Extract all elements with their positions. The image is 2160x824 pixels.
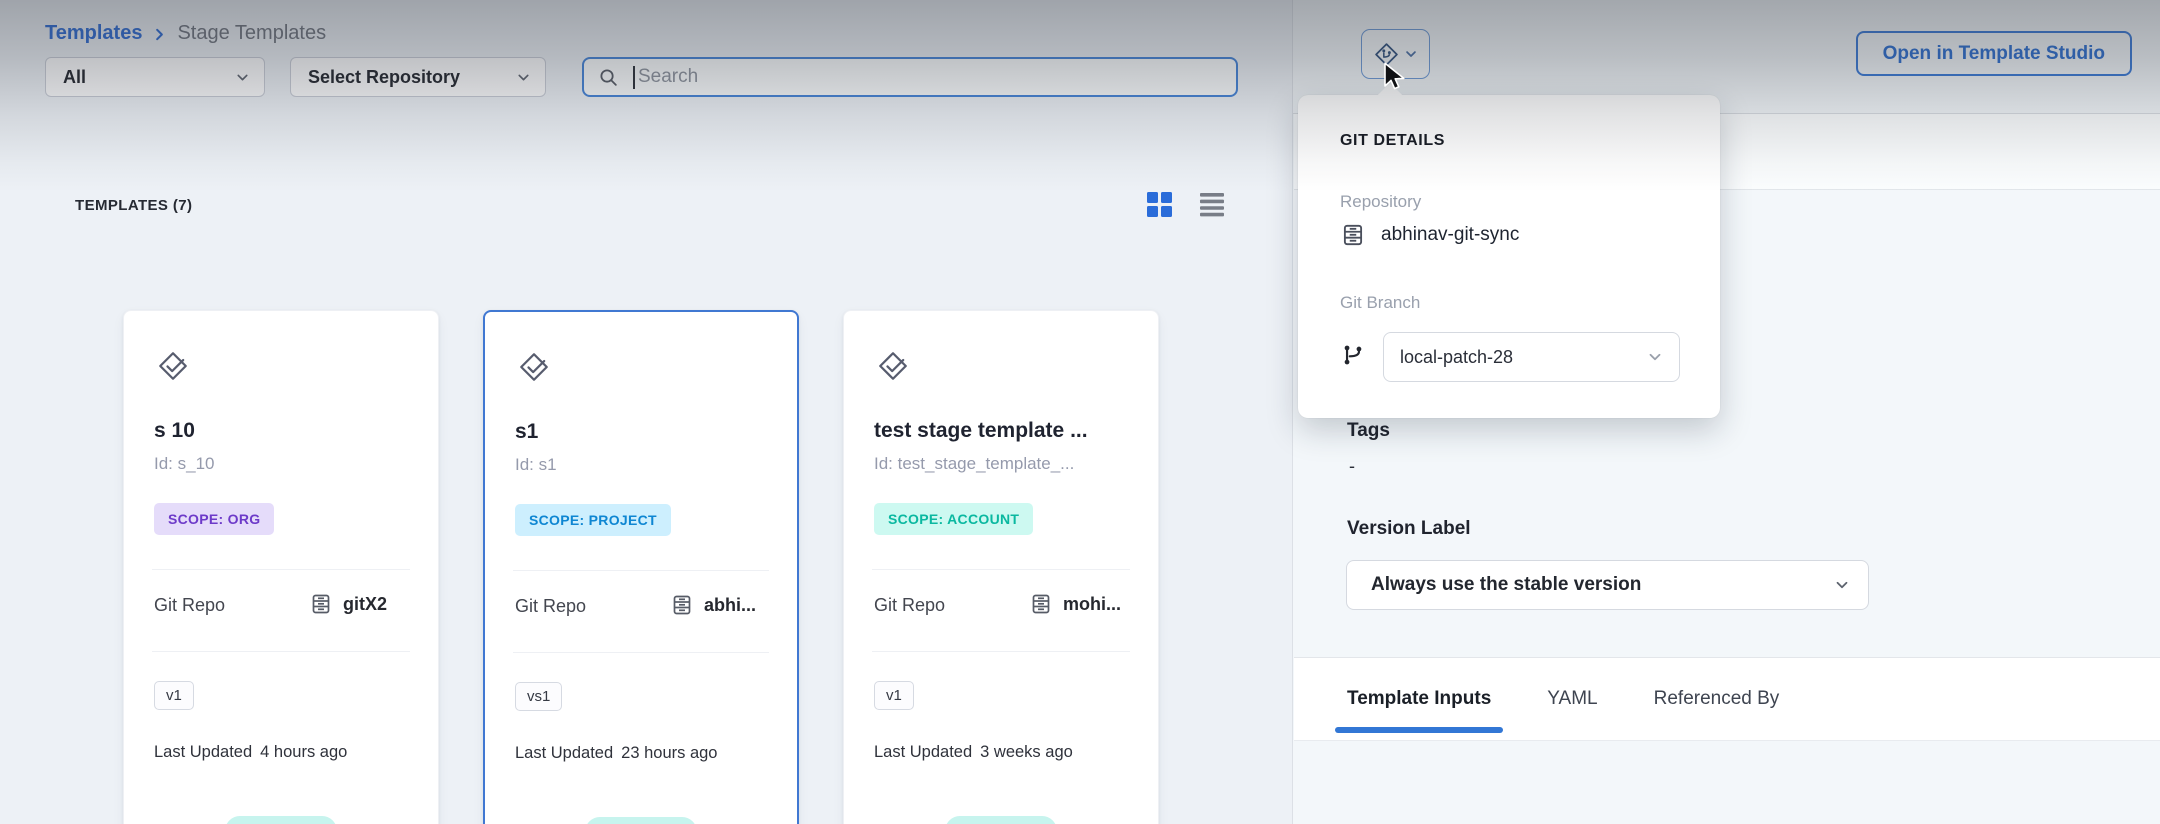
version-chip: vs1 — [515, 682, 562, 711]
git-details-button[interactable] — [1361, 29, 1430, 79]
version-label: Version Label — [1347, 518, 1471, 540]
git-repo-label: Git Repo — [154, 595, 225, 616]
template-id: Id: s_10 — [154, 454, 215, 474]
list-view-button[interactable] — [1199, 192, 1225, 217]
repository-icon — [670, 593, 694, 617]
scope-badge: SCOPE: ACCOUNT — [874, 503, 1033, 535]
tab-template-inputs[interactable]: Template Inputs — [1347, 678, 1491, 720]
stable-badge — [225, 816, 337, 824]
divider — [152, 569, 410, 570]
repository-filter-dropdown[interactable]: Select Repository — [290, 57, 546, 97]
last-updated: Last Updated4 hours ago — [154, 743, 347, 762]
git-repo-value: abhi... — [670, 593, 756, 617]
details-tabbar: Template Inputs YAML Referenced By — [1294, 657, 2160, 741]
template-card-s1[interactable]: s1 Id: s1 SCOPE: PROJECT Git Repo abhi..… — [483, 310, 799, 824]
stable-badge — [945, 816, 1057, 824]
list-view-icon — [1199, 192, 1225, 217]
repository-label: Repository — [1340, 192, 1421, 212]
version-chip: v1 — [874, 681, 914, 710]
search-input[interactable]: Search — [582, 57, 1238, 97]
stage-template-icon — [517, 350, 551, 384]
git-template-icon — [1374, 42, 1399, 67]
stage-template-icon — [876, 349, 910, 383]
stage-templates-screen: Templates Stage Templates All Select Rep… — [0, 0, 2160, 824]
divider — [872, 569, 1130, 570]
scope-filter-dropdown[interactable]: All — [45, 57, 265, 97]
chevron-down-icon — [235, 70, 250, 85]
scope-filter-value: All — [63, 67, 86, 88]
search-placeholder: Search — [638, 66, 698, 88]
stage-template-icon — [156, 349, 190, 383]
repository-icon — [1029, 592, 1053, 616]
scope-badge: SCOPE: PROJECT — [515, 504, 671, 536]
open-in-template-studio-button[interactable]: Open in Template Studio — [1856, 31, 2132, 76]
scope-badge: SCOPE: ORG — [154, 503, 274, 535]
divider — [513, 652, 769, 653]
view-toggle — [1146, 191, 1225, 218]
version-dropdown-value: Always use the stable version — [1371, 574, 1641, 596]
last-updated: Last Updated23 hours ago — [515, 744, 717, 763]
repository-icon — [1340, 222, 1366, 248]
branch-dropdown-value: local-patch-28 — [1400, 347, 1513, 368]
git-repo-label: Git Repo — [515, 596, 586, 617]
template-title: s 10 — [154, 419, 195, 443]
repository-filter-value: Select Repository — [308, 67, 460, 88]
branch-dropdown[interactable]: local-patch-28 — [1383, 332, 1680, 382]
git-details-title: GIT DETAILS — [1340, 132, 1445, 150]
templates-count-heading: TEMPLATES (7) — [75, 197, 192, 214]
divider — [513, 570, 769, 571]
stable-badge — [585, 817, 697, 824]
chevron-down-icon — [1404, 47, 1418, 61]
grid-view-icon — [1146, 191, 1173, 218]
last-updated: Last Updated3 weeks ago — [874, 743, 1073, 762]
template-card-s10[interactable]: s 10 Id: s_10 SCOPE: ORG Git Repo gitX2 … — [123, 310, 439, 824]
chevron-down-icon — [1647, 349, 1663, 365]
version-dropdown[interactable]: Always use the stable version — [1346, 560, 1869, 610]
grid-view-button[interactable] — [1146, 191, 1173, 218]
template-card-test-stage-template[interactable]: test stage template ... Id: test_stage_t… — [843, 310, 1159, 824]
template-id: Id: s1 — [515, 455, 557, 475]
version-chip: v1 — [154, 681, 194, 710]
tags-label: Tags — [1347, 420, 1390, 442]
breadcrumb-templates-link[interactable]: Templates — [45, 22, 142, 45]
tab-yaml[interactable]: YAML — [1547, 678, 1597, 720]
template-id: Id: test_stage_template_... — [874, 454, 1074, 474]
tags-value: - — [1349, 456, 1355, 477]
git-repo-label: Git Repo — [874, 595, 945, 616]
text-cursor — [633, 66, 635, 89]
tab-referenced-by[interactable]: Referenced By — [1654, 678, 1780, 720]
template-title: test stage template ... — [874, 419, 1088, 443]
chevron-right-icon — [152, 27, 167, 42]
git-details-popup: GIT DETAILS Repository abhinav-git-sync … — [1298, 95, 1720, 418]
breadcrumb-current-page: Stage Templates — [177, 22, 326, 45]
repository-value-row: abhinav-git-sync — [1340, 222, 1519, 248]
divider — [872, 651, 1130, 652]
git-branch-icon — [1340, 342, 1366, 368]
chevron-down-icon — [1834, 577, 1850, 593]
chevron-down-icon — [516, 70, 531, 85]
git-repo-value: gitX2 — [309, 592, 387, 616]
git-repo-value: mohi... — [1029, 592, 1121, 616]
git-branch-label: Git Branch — [1340, 293, 1420, 313]
repository-icon — [309, 592, 333, 616]
search-icon — [598, 67, 619, 88]
breadcrumb: Templates Stage Templates — [45, 22, 326, 45]
templates-list-panel: Templates Stage Templates All Select Rep… — [0, 0, 1292, 824]
repository-name: abhinav-git-sync — [1381, 224, 1519, 246]
template-title: s1 — [515, 420, 538, 444]
divider — [152, 651, 410, 652]
